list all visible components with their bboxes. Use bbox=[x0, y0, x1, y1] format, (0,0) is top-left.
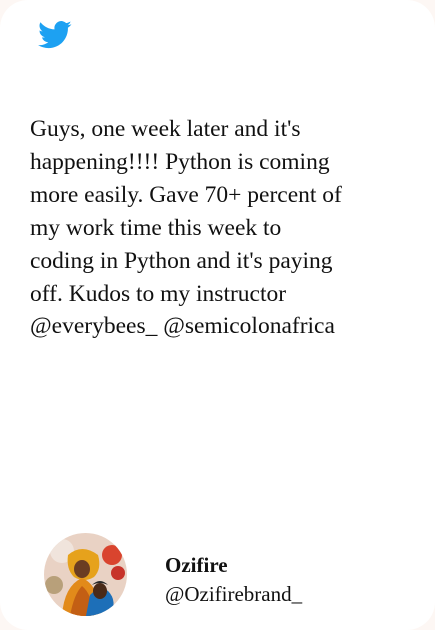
tweet-card: Guys, one week later and it's happening!… bbox=[0, 0, 435, 630]
author-handle[interactable]: @Ozifirebrand_ bbox=[165, 582, 302, 607]
avatar[interactable] bbox=[44, 533, 127, 616]
tweet-text: Guys, one week later and it's happening!… bbox=[30, 116, 342, 340]
author-name[interactable]: Ozifire bbox=[165, 553, 228, 578]
author-block: Ozifire @Ozifirebrand_ bbox=[44, 533, 404, 617]
twitter-bird-icon bbox=[38, 20, 72, 50]
